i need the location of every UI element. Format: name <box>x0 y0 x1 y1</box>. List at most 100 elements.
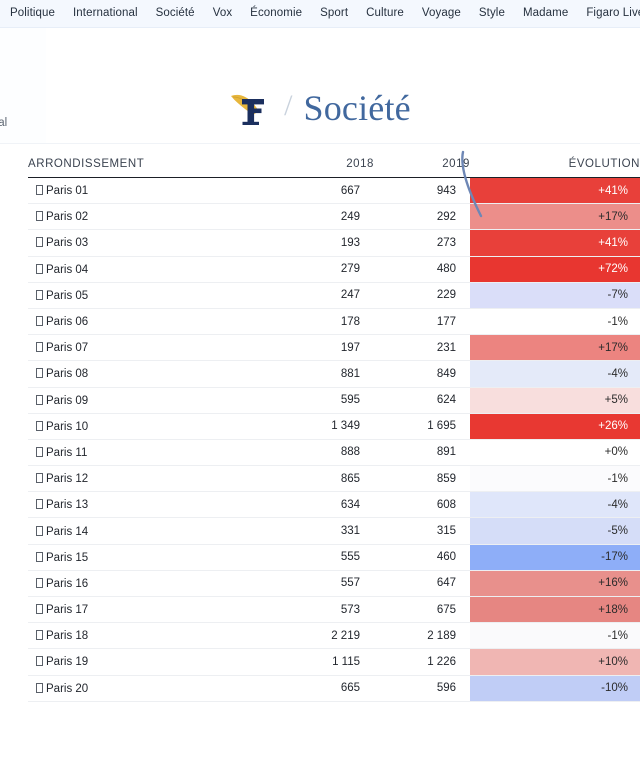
missing-glyph-icon <box>36 316 43 327</box>
cell-value-2019: 2 189 <box>374 622 470 650</box>
table-row[interactable]: Paris 19 1 115 1 226 +10% <box>28 648 640 676</box>
column-header-evolution[interactable]: ÉVOLUTION <box>470 144 640 178</box>
column-header-2018[interactable]: 2018 <box>278 144 374 178</box>
missing-glyph-icon <box>36 682 43 693</box>
missing-glyph-icon <box>36 342 43 353</box>
cell-arrondissement: Paris 19 <box>28 648 278 676</box>
table-header: ARRONDISSEMENT 2018 2019 ÉVOLUTION <box>28 144 640 178</box>
cell-value-2018: 249 <box>278 203 374 231</box>
cell-value-2019: 675 <box>374 596 470 624</box>
table-row[interactable]: Paris 02 249 292 +17% <box>28 203 640 231</box>
cell-value-2019: 1 695 <box>374 413 470 440</box>
figaro-f-quill-logo[interactable] <box>229 88 273 128</box>
table-row[interactable]: Paris 18 2 219 2 189 -1% <box>28 622 640 650</box>
cell-arrondissement: Paris 07 <box>28 334 278 362</box>
arrondissement-label: Paris 06 <box>46 316 89 329</box>
table-row[interactable]: Paris 14 331 315 -5% <box>28 517 640 545</box>
cell-value-2019: 292 <box>374 203 470 231</box>
cell-evolution: +18% <box>470 596 640 624</box>
missing-glyph-icon <box>36 525 43 536</box>
missing-glyph-icon <box>36 394 43 405</box>
cell-evolution: +17% <box>470 334 640 362</box>
cell-evolution: -5% <box>470 517 640 545</box>
cell-value-2018: 1 349 <box>278 413 374 440</box>
arrondissement-label: Paris 12 <box>46 473 89 486</box>
cell-arrondissement: Paris 13 <box>28 491 278 519</box>
table-row[interactable]: Paris 16 557 647 +16% <box>28 570 640 598</box>
cell-evolution: +16% <box>470 570 640 598</box>
arrondissement-label: Paris 03 <box>46 237 89 250</box>
table-row[interactable]: Paris 17 573 675 +18% <box>28 596 640 624</box>
cell-arrondissement: Paris 05 <box>28 282 278 309</box>
cell-value-2019: 315 <box>374 517 470 545</box>
column-header-arrondissement[interactable]: ARRONDISSEMENT <box>28 144 278 178</box>
cell-value-2018: 178 <box>278 308 374 336</box>
nav-item-culture[interactable]: Culture <box>366 7 404 20</box>
nav-item-economie[interactable]: Économie <box>250 7 302 20</box>
table-row[interactable]: Paris 01 667 943 +41% <box>28 177 640 205</box>
cell-arrondissement: Paris 01 <box>28 177 278 205</box>
arrondissement-label: Paris 01 <box>46 185 89 198</box>
page-header: rnal / Société <box>0 28 640 144</box>
cell-evolution: -1% <box>470 308 640 336</box>
nav-item-figaro-live[interactable]: Figaro Live <box>586 7 640 20</box>
missing-glyph-icon <box>36 237 43 248</box>
cell-value-2018: 247 <box>278 282 374 309</box>
cell-value-2018: 2 219 <box>278 622 374 650</box>
arrondissement-evolution-table: ARRONDISSEMENT 2018 2019 ÉVOLUTION Paris… <box>28 144 640 702</box>
missing-glyph-icon <box>36 185 43 196</box>
nav-item-societe[interactable]: Société <box>156 7 195 20</box>
table-row[interactable]: Paris 06 178 177 -1% <box>28 308 640 336</box>
arrondissement-label: Paris 17 <box>46 604 89 617</box>
missing-glyph-icon <box>36 656 43 667</box>
cell-evolution: -1% <box>470 622 640 650</box>
table-bottom-padding <box>0 701 640 742</box>
column-header-2019[interactable]: 2019 <box>374 144 470 178</box>
arrondissement-label: Paris 15 <box>46 551 89 564</box>
table-row[interactable]: Paris 04 279 480 +72% <box>28 256 640 283</box>
nav-item-politique[interactable]: Politique <box>10 7 55 20</box>
cell-value-2019: 943 <box>374 177 470 205</box>
arrondissement-label: Paris 14 <box>46 525 89 538</box>
table-row[interactable]: Paris 05 247 229 -7% <box>28 282 640 309</box>
table-row[interactable]: Paris 03 193 273 +41% <box>28 229 640 257</box>
nav-item-voyage[interactable]: Voyage <box>422 7 461 20</box>
table-row[interactable]: Paris 20 665 596 -10% <box>28 675 640 702</box>
nav-item-vox[interactable]: Vox <box>213 7 232 20</box>
page-title: Société <box>303 88 411 128</box>
cell-value-2018: 881 <box>278 360 374 388</box>
table-header-row: ARRONDISSEMENT 2018 2019 ÉVOLUTION <box>28 144 640 178</box>
table-row[interactable]: Paris 15 555 460 -17% <box>28 544 640 571</box>
cell-value-2019: 231 <box>374 334 470 362</box>
table-row[interactable]: Paris 12 865 859 -1% <box>28 465 640 493</box>
table-row[interactable]: Paris 07 197 231 +17% <box>28 334 640 362</box>
nav-item-madame[interactable]: Madame <box>523 7 568 20</box>
cell-value-2019: 891 <box>374 439 470 467</box>
table-container: ARRONDISSEMENT 2018 2019 ÉVOLUTION Paris… <box>0 144 640 742</box>
arrondissement-label: Paris 19 <box>46 656 89 669</box>
arrondissement-label: Paris 16 <box>46 577 89 590</box>
missing-glyph-icon <box>36 446 43 457</box>
table-row[interactable]: Paris 11 888 891 +0% <box>28 439 640 467</box>
cell-evolution: +5% <box>470 387 640 414</box>
missing-glyph-icon <box>36 420 43 431</box>
arrondissement-label: Paris 09 <box>46 394 89 407</box>
nav-item-sport[interactable]: Sport <box>320 7 348 20</box>
cell-value-2019: 480 <box>374 256 470 283</box>
table-row[interactable]: Paris 08 881 849 -4% <box>28 360 640 388</box>
cell-arrondissement: Paris 20 <box>28 675 278 702</box>
missing-glyph-icon <box>36 630 43 641</box>
cell-value-2018: 634 <box>278 491 374 519</box>
cell-arrondissement: Paris 08 <box>28 360 278 388</box>
cell-evolution: +41% <box>470 229 640 257</box>
cell-evolution: -1% <box>470 465 640 493</box>
nav-item-style[interactable]: Style <box>479 7 505 20</box>
missing-glyph-icon <box>36 577 43 588</box>
nav-item-international[interactable]: International <box>73 7 138 20</box>
table-row[interactable]: Paris 09 595 624 +5% <box>28 387 640 414</box>
cell-evolution: +10% <box>470 648 640 676</box>
cell-value-2018: 665 <box>278 675 374 702</box>
table-row[interactable]: Paris 13 634 608 -4% <box>28 491 640 519</box>
table-row[interactable]: Paris 10 1 349 1 695 +26% <box>28 413 640 440</box>
cell-value-2018: 279 <box>278 256 374 283</box>
